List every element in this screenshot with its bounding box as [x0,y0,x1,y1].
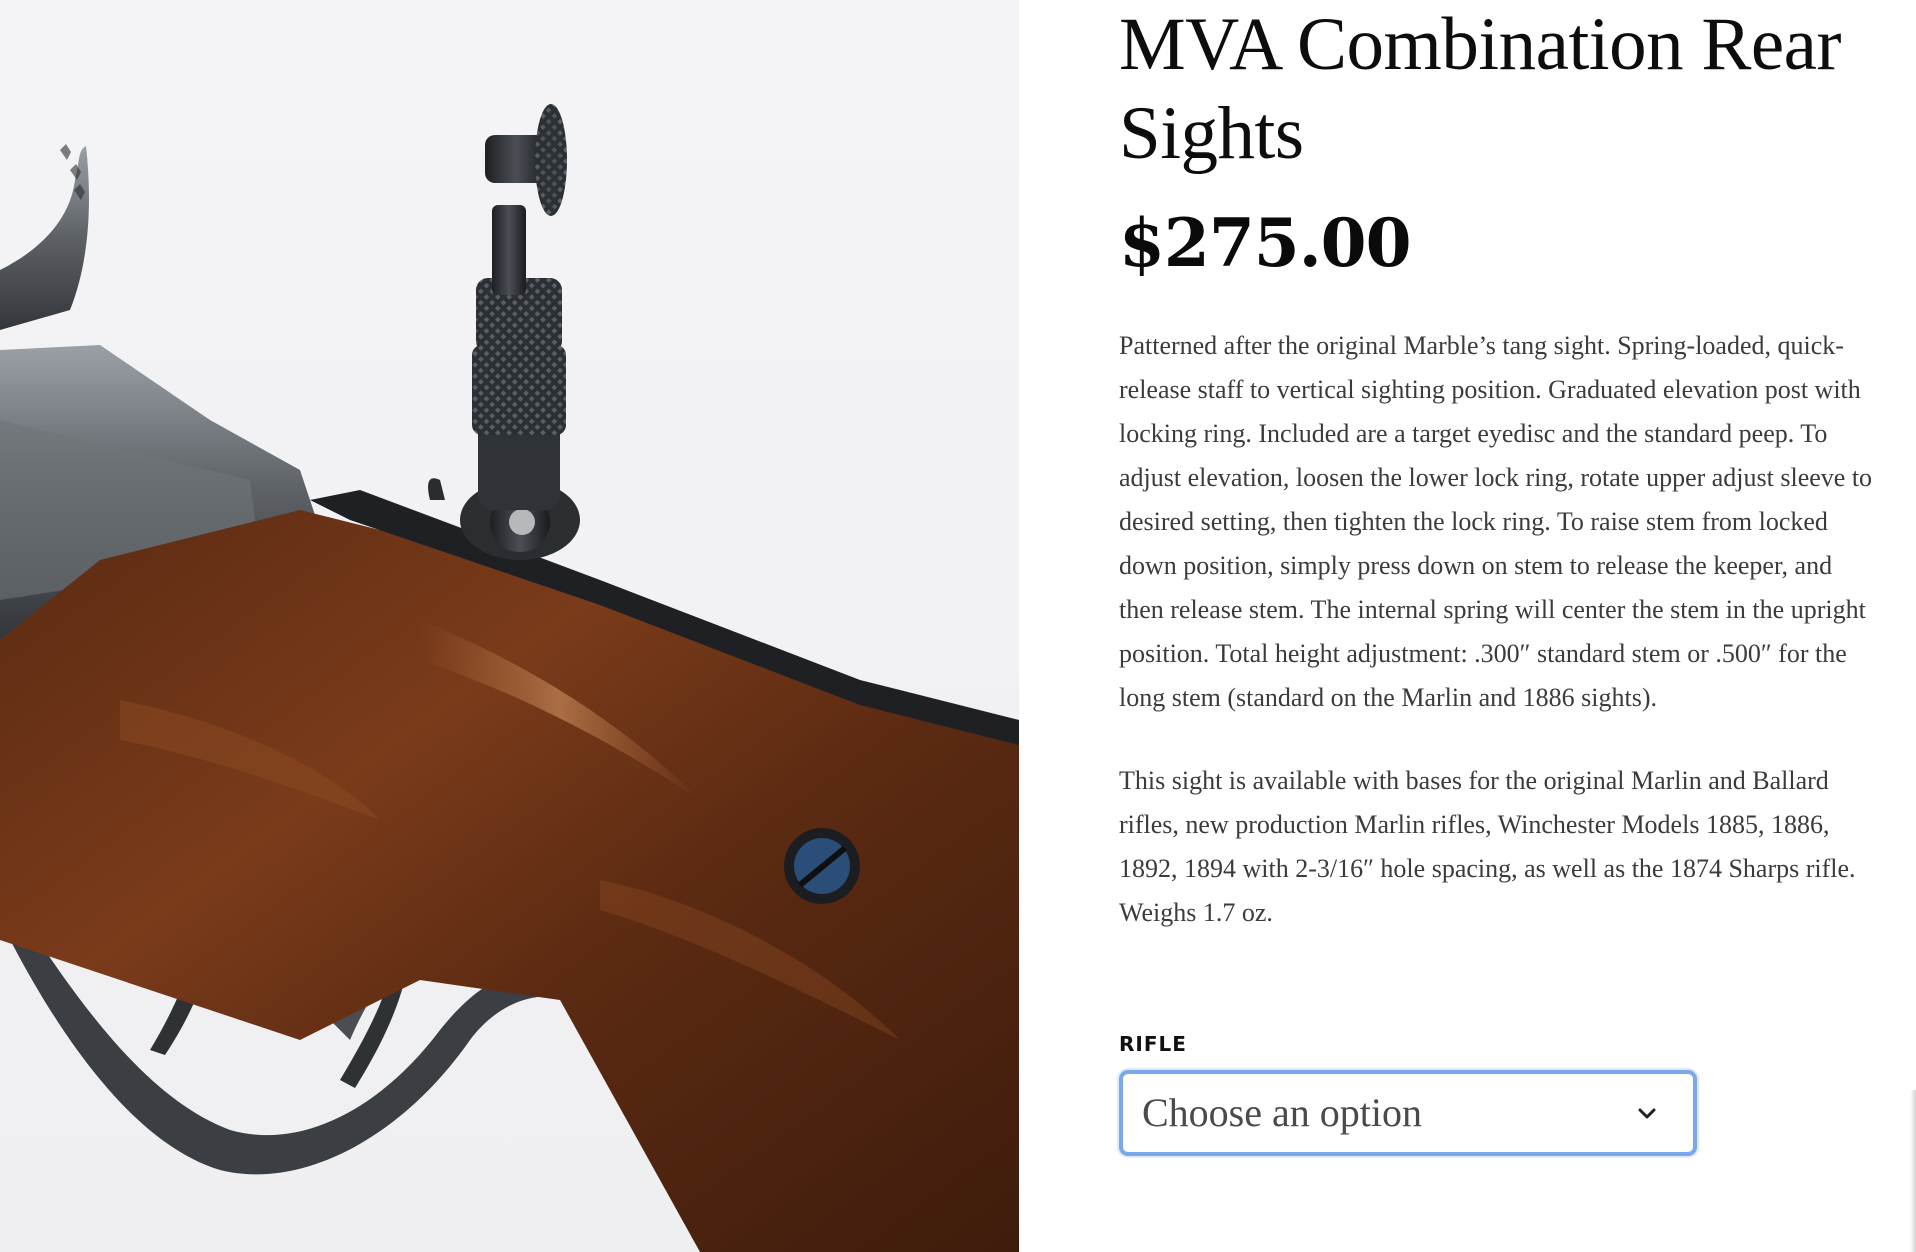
rifle-select[interactable]: Choose an option [1119,1070,1697,1156]
product-page: MVA Combination Rear Sights $275.00 Patt… [0,0,1916,1252]
product-price: $275.00 [1119,204,1412,282]
chevron-down-icon [1638,1108,1656,1119]
description-paragraph: Patterned after the original Marble’s ta… [1119,331,1873,712]
description-paragraph: This sight is available with bases for t… [1119,766,1856,927]
product-variations: RIFLE Choose an option [1119,1032,1697,1156]
product-summary: MVA Combination Rear Sights $275.00 Patt… [1119,0,1884,1252]
scroll-edge-shadow [1910,1090,1916,1252]
product-title: MVA Combination Rear Sights [1119,3,1841,175]
rifle-select-value: Choose an option [1142,1090,1422,1135]
product-image[interactable] [0,0,1019,1252]
rifle-photo [0,104,1019,1252]
product-description: Patterned after the original Marble’s ta… [1119,324,1879,974]
rifle-label: RIFLE [1119,1032,1187,1056]
